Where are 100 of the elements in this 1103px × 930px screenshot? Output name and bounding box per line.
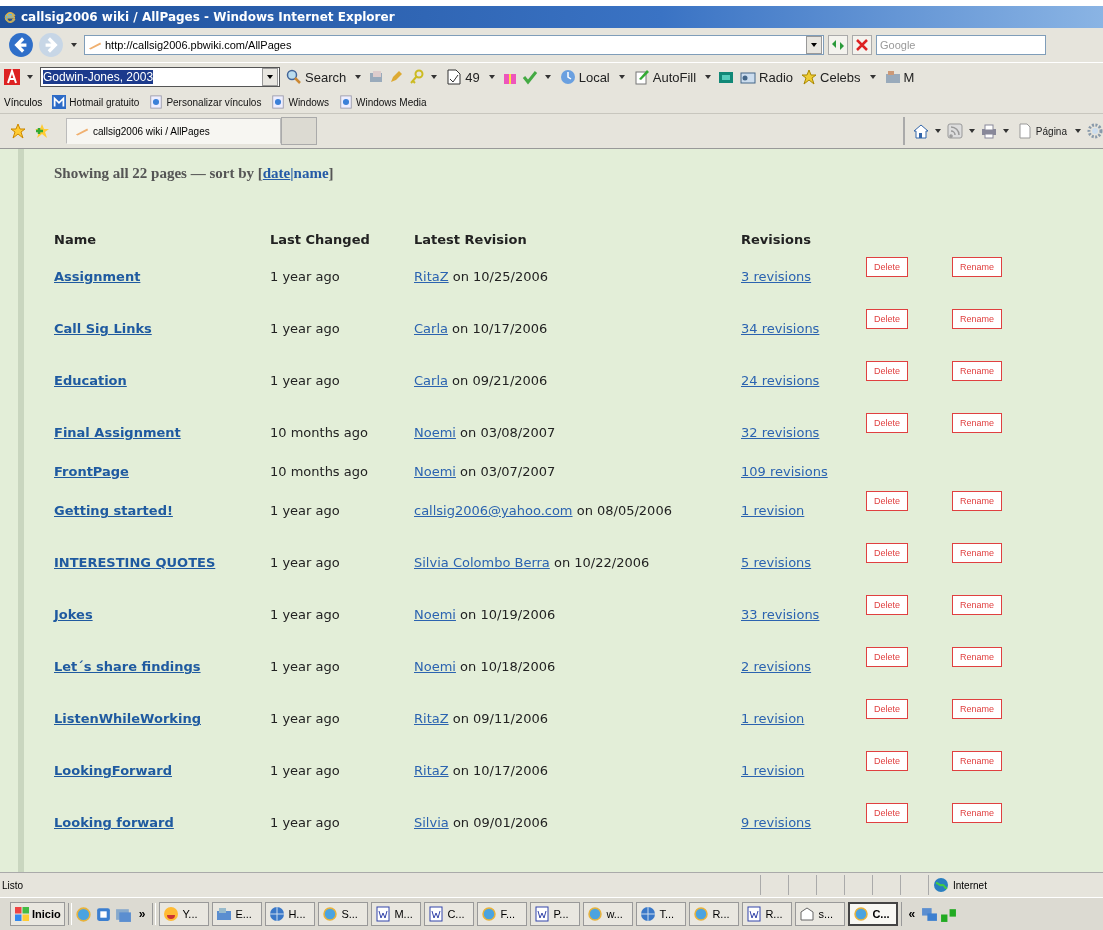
spellcheck-icon[interactable]	[521, 69, 538, 85]
search-field[interactable]: Google	[876, 35, 1046, 55]
gear-icon[interactable]	[1087, 123, 1103, 139]
author-link[interactable]: Noemi	[414, 464, 456, 479]
revisions-link[interactable]: 9 revisions	[741, 815, 812, 830]
caret-icon[interactable]	[618, 75, 625, 79]
taskbar-button[interactable]: E...	[212, 902, 263, 926]
rename-button[interactable]: Rename	[952, 361, 1003, 381]
revisions-link[interactable]: 1 revision	[741, 503, 805, 518]
page-link[interactable]: INTERESTING QUOTES	[54, 555, 216, 570]
blocked-count-button[interactable]: 49	[444, 69, 482, 85]
star-icon[interactable]	[10, 123, 26, 139]
caret-icon[interactable]	[544, 75, 551, 79]
rename-button[interactable]: Rename	[952, 309, 1003, 329]
letter-tile-icon[interactable]	[4, 69, 20, 85]
revisions-link[interactable]: 109 revisions	[741, 464, 828, 479]
delete-button[interactable]: Delete	[866, 491, 908, 511]
author-link[interactable]: RitaZ	[414, 269, 449, 284]
home-icon[interactable]	[912, 123, 929, 139]
delete-button[interactable]: Delete	[866, 595, 908, 615]
rename-button[interactable]: Rename	[952, 595, 1003, 615]
favorites-link[interactable]: Personalizar vínculos	[149, 95, 262, 109]
revisions-link[interactable]: 33 revisions	[741, 607, 820, 622]
page-link[interactable]: Getting started!	[54, 503, 173, 518]
revisions-link[interactable]: 5 revisions	[741, 555, 812, 570]
author-link[interactable]: RitaZ	[414, 711, 449, 726]
back-button[interactable]	[8, 32, 34, 58]
refresh-button[interactable]	[828, 35, 848, 55]
printer-icon[interactable]	[980, 123, 997, 139]
favorites-link[interactable]: Windows Media	[339, 95, 427, 109]
delete-button[interactable]: Delete	[866, 647, 908, 667]
rename-button[interactable]: Rename	[952, 647, 1003, 667]
delete-button[interactable]: Delete	[866, 699, 908, 719]
taskbar-button[interactable]: S...	[318, 902, 369, 926]
delete-button[interactable]: Delete	[866, 543, 908, 563]
page-link[interactable]: Jokes	[54, 607, 93, 622]
delete-button[interactable]: Delete	[866, 309, 908, 329]
address-field[interactable]: http://callsig2006.pbwiki.com/AllPages	[84, 35, 824, 55]
caret-icon[interactable]	[488, 75, 495, 79]
delete-button[interactable]: Delete	[866, 413, 908, 433]
toolbar-button[interactable]: Local	[557, 69, 612, 85]
author-link[interactable]: RitaZ	[414, 763, 449, 778]
rename-button[interactable]: Rename	[952, 491, 1003, 511]
page-menu-button[interactable]: Página	[1014, 123, 1069, 139]
revisions-link[interactable]: 3 revisions	[741, 269, 812, 284]
author-link[interactable]: Carla	[414, 321, 448, 336]
page-link[interactable]: LookingForward	[54, 763, 172, 778]
author-link[interactable]: Noemi	[414, 425, 456, 440]
caret-icon[interactable]	[355, 75, 362, 79]
taskbar-button[interactable]: C...	[848, 902, 899, 926]
start-button[interactable]: Inicio	[10, 902, 65, 926]
desktop-icon[interactable]	[94, 905, 112, 923]
page-link[interactable]: Looking forward	[54, 815, 174, 830]
caret-icon[interactable]	[71, 43, 77, 47]
taskbar-button[interactable]: P...	[530, 902, 581, 926]
caret-icon[interactable]	[869, 75, 876, 79]
taskbar-button[interactable]: w...	[583, 902, 634, 926]
delete-button[interactable]: Delete	[866, 803, 908, 823]
grid-icon[interactable]	[718, 69, 735, 85]
author-link[interactable]: Noemi	[414, 607, 456, 622]
stop-button[interactable]	[852, 35, 872, 55]
caret-icon[interactable]	[27, 75, 33, 79]
feed-icon[interactable]	[946, 123, 963, 139]
taskbar-button[interactable]: H...	[265, 902, 316, 926]
taskbar-button[interactable]: s...	[795, 902, 846, 926]
page-link[interactable]: Education	[54, 373, 127, 388]
rename-button[interactable]: Rename	[952, 751, 1003, 771]
revisions-link[interactable]: 1 revision	[741, 763, 805, 778]
toolbar-button[interactable]: Radio	[738, 69, 796, 85]
author-link[interactable]: Carla	[414, 373, 448, 388]
taskbar-button[interactable]: R...	[689, 902, 740, 926]
page-link[interactable]: ListenWhileWorking	[54, 711, 201, 726]
browser-tab[interactable]: callsig2006 wiki / AllPages	[66, 118, 281, 144]
taskbar-button[interactable]: M...	[371, 902, 422, 926]
rename-button[interactable]: Rename	[952, 699, 1003, 719]
favorites-link[interactable]: Windows	[271, 95, 329, 109]
rename-button[interactable]: Rename	[952, 803, 1003, 823]
search-combo-field[interactable]: Godwin-Jones, 2003	[40, 67, 280, 87]
author-link[interactable]: Noemi	[414, 659, 456, 674]
caret-icon[interactable]	[934, 129, 941, 133]
delete-button[interactable]: Delete	[866, 257, 908, 277]
toolbar-button[interactable]: M	[882, 69, 917, 85]
toolbar-button[interactable]: AutoFill	[631, 69, 699, 85]
sort-link[interactable]: |name	[290, 165, 329, 181]
rename-button[interactable]: Rename	[952, 413, 1003, 433]
page-link[interactable]: FrontPage	[54, 464, 129, 479]
caret-icon[interactable]	[968, 129, 975, 133]
taskbar-button[interactable]: R...	[742, 902, 793, 926]
page-link[interactable]: Assignment	[54, 269, 141, 284]
network-icon[interactable]	[921, 905, 939, 923]
revisions-link[interactable]: 2 revisions	[741, 659, 812, 674]
delete-button[interactable]: Delete	[866, 751, 908, 771]
caret-icon[interactable]	[1075, 129, 1081, 133]
rename-button[interactable]: Rename	[952, 543, 1003, 563]
search-button[interactable]: Search	[284, 69, 349, 85]
caret-icon[interactable]	[1002, 129, 1009, 133]
revisions-link[interactable]: 32 revisions	[741, 425, 820, 440]
add-favorite-icon[interactable]	[34, 123, 50, 139]
toolbar-button[interactable]: Celebs	[799, 69, 863, 85]
caret-icon[interactable]	[705, 75, 712, 79]
